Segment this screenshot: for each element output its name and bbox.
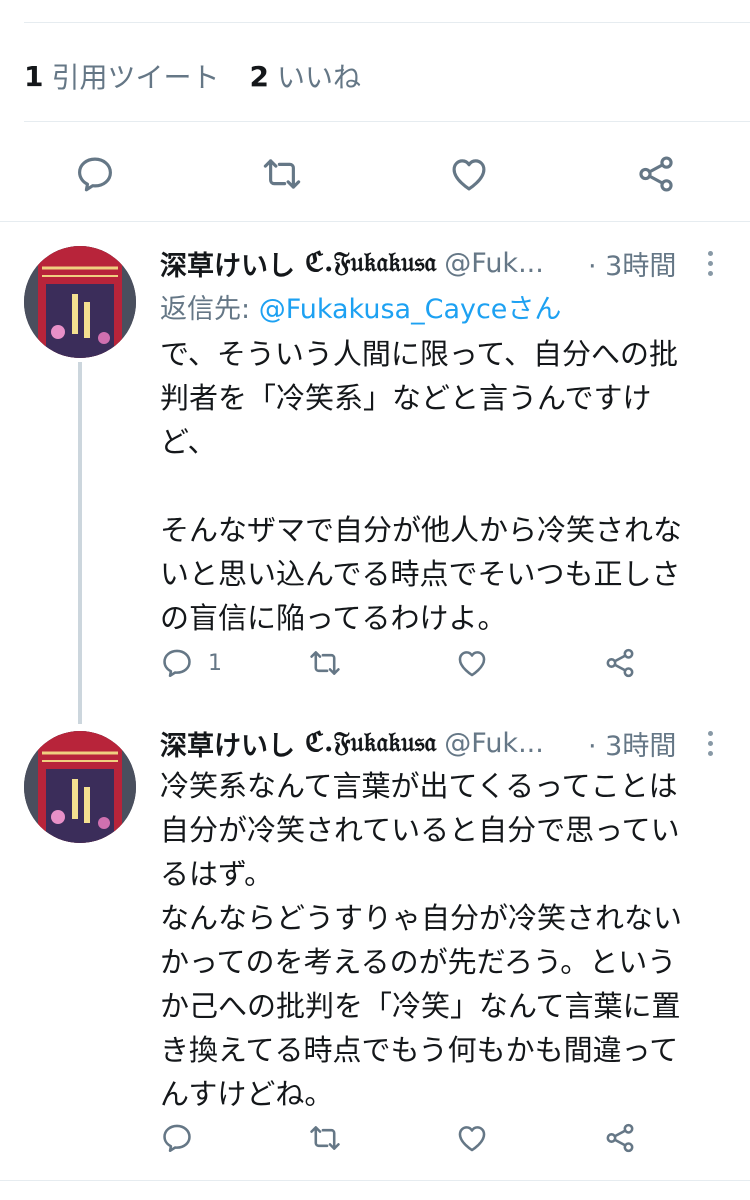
- share-button[interactable]: [603, 1116, 637, 1160]
- share-icon: [606, 648, 634, 678]
- tweet-text: で、そういう人間に限って、自分への批 判者を「冷笑系」などと言うんですけ ど、 …: [160, 332, 720, 640]
- tweet-line: るはず。: [160, 857, 274, 891]
- tweet-line: か己への批判を「冷笑」なんて言葉に置: [160, 989, 681, 1023]
- thread-connector: [78, 362, 82, 724]
- quote-label: 引用ツイート: [51, 61, 220, 94]
- tweet-line: んすけどね。: [160, 1077, 334, 1111]
- retweet-button[interactable]: [308, 1116, 342, 1160]
- divider-bottom: [0, 1180, 750, 1181]
- tweet-action-bar: [160, 1116, 640, 1160]
- likes-stat[interactable]: 2 いいね: [250, 56, 362, 96]
- user-handle[interactable]: @Fuk...: [444, 728, 544, 759]
- tweet-text: 冷笑系なんて言葉が出てくるってことは 自分が冷笑されていると自分で思ってい るは…: [160, 764, 720, 1116]
- retweet-icon: [263, 159, 301, 189]
- more-options-icon[interactable]: [700, 243, 720, 283]
- reply-button[interactable]: 1: [160, 641, 222, 685]
- more-options-icon[interactable]: [700, 723, 720, 763]
- reply-count: 1: [208, 650, 222, 676]
- tweet-header: 深草けいし ℭ.𝔉𝔲𝔨𝔞𝔨𝔲𝔰𝔞 @Fuk... · 3時間: [160, 723, 720, 763]
- share-icon: [606, 1123, 634, 1153]
- reply-button[interactable]: [160, 1116, 208, 1160]
- reply-icon: [78, 157, 112, 192]
- divider-actions: [0, 221, 750, 222]
- user-handle[interactable]: @Fuk...: [444, 248, 544, 279]
- avatar-image: [24, 246, 136, 358]
- reply-icon: [163, 649, 191, 678]
- tweet-line: かってのを考えるのが先だろう。という: [160, 945, 677, 979]
- like-icon: [452, 159, 486, 191]
- main-action-bar: [0, 146, 750, 202]
- timestamp[interactable]: · 3時間: [588, 244, 676, 283]
- like-button[interactable]: [441, 146, 497, 202]
- like-icon: [458, 651, 486, 677]
- display-name-suffix[interactable]: ℭ.𝔉𝔲𝔨𝔞𝔨𝔲𝔰𝔞: [305, 247, 436, 279]
- reply-icon: [163, 1124, 191, 1153]
- tweet-line: いと思い込んでる時点でそいつも正しさ: [160, 557, 681, 591]
- timestamp[interactable]: · 3時間: [588, 724, 676, 763]
- engagement-stats: 1 引用ツイート 2 いいね: [24, 56, 391, 96]
- like-button[interactable]: [455, 1116, 489, 1160]
- divider-top: [24, 22, 750, 23]
- share-icon: [639, 156, 673, 192]
- display-name[interactable]: 深草けいし: [160, 244, 295, 283]
- tweet-line: そんなザマで自分が他人から冷笑されな: [160, 513, 683, 547]
- tweet-action-bar: 1: [160, 641, 640, 685]
- tweet-line: 冷笑系なんて言葉が出てくるってことは: [160, 769, 678, 803]
- like-button[interactable]: [455, 641, 489, 685]
- likes-count: 2: [249, 59, 269, 93]
- tweet-line: き換えてる時点でもう何もかも間違って: [160, 1033, 679, 1067]
- share-button[interactable]: [628, 146, 684, 202]
- divider-stats: [24, 121, 750, 122]
- reply-to-line: 返信先: @Fukakusa_Cayceさん: [160, 287, 561, 326]
- retweet-button[interactable]: [254, 146, 310, 202]
- avatar[interactable]: [24, 731, 136, 843]
- reply-button[interactable]: [67, 146, 123, 202]
- retweet-icon: [310, 1126, 340, 1150]
- tweet-line: の盲信に陥ってるわけよ。: [160, 601, 507, 635]
- reply-to-prefix: 返信先:: [160, 294, 259, 325]
- quote-tweets-stat[interactable]: 1 引用ツイート: [24, 56, 220, 96]
- retweet-button[interactable]: [308, 641, 342, 685]
- tweet-line: ど、: [160, 425, 217, 459]
- avatar-image: [24, 731, 136, 843]
- display-name[interactable]: 深草けいし: [160, 724, 295, 763]
- tweet-line: で、そういう人間に限って、自分への批: [160, 337, 678, 371]
- share-button[interactable]: [603, 641, 637, 685]
- retweet-icon: [310, 651, 340, 675]
- display-name-suffix[interactable]: ℭ.𝔉𝔲𝔨𝔞𝔨𝔲𝔰𝔞: [305, 727, 436, 759]
- avatar[interactable]: [24, 246, 136, 358]
- tweet-line: [160, 464, 720, 508]
- tweet-line: なんならどうすりゃ自分が冷笑されない: [160, 901, 683, 935]
- tweet-header: 深草けいし ℭ.𝔉𝔲𝔨𝔞𝔨𝔲𝔰𝔞 @Fuk... · 3時間: [160, 243, 720, 283]
- quote-count: 1: [24, 59, 44, 93]
- tweet-line: 判者を「冷笑系」などと言うんですけ: [160, 381, 652, 415]
- reply-mention-link[interactable]: @Fukakusa_Cayceさん: [259, 294, 562, 325]
- like-icon: [458, 1126, 486, 1152]
- likes-label: いいね: [276, 61, 361, 94]
- tweet-line: 自分が冷笑されていると自分で思ってい: [160, 813, 680, 847]
